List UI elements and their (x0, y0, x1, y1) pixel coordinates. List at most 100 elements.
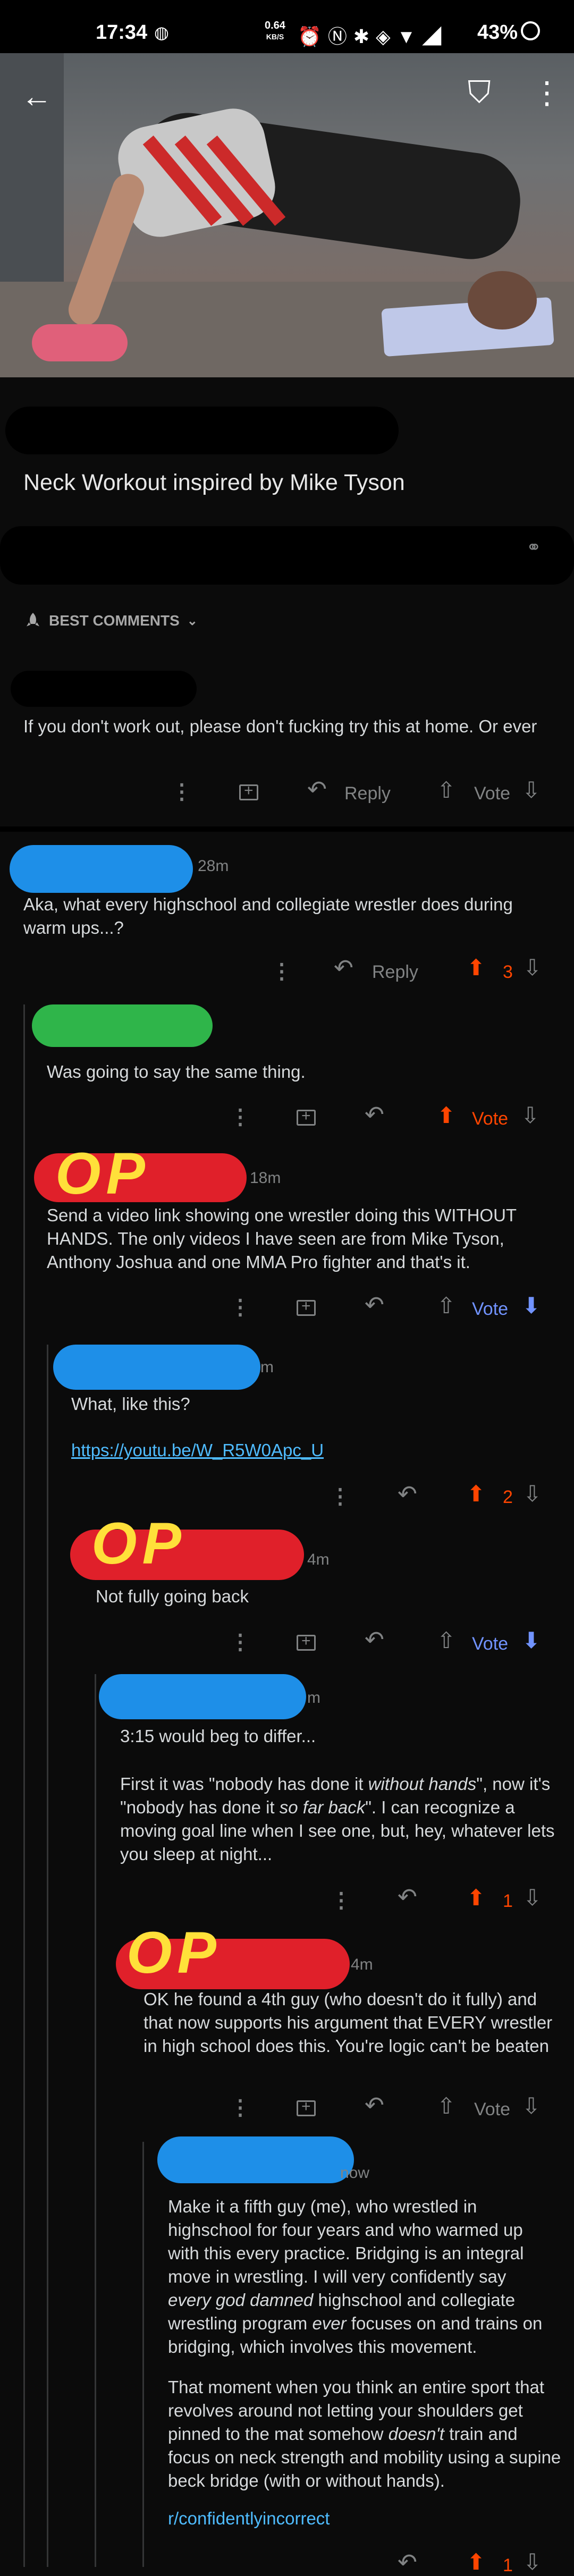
reply-button[interactable]: Reply (344, 783, 391, 804)
more-options-icon[interactable]: ⋮ (331, 1890, 352, 1911)
comment-time: now (340, 2164, 370, 2182)
reply-icon[interactable]: ↶ (365, 1628, 384, 1652)
award-icon[interactable] (297, 2098, 316, 2116)
bookmark-icon[interactable]: ⛉ (468, 74, 491, 111)
reply-icon[interactable]: ↶ (365, 1103, 384, 1127)
reply-icon[interactable]: ↶ (365, 1294, 384, 1317)
comment-time: 4m (307, 1551, 330, 1568)
downvote-icon[interactable]: ⇩ (523, 1483, 542, 1505)
upvote-icon[interactable]: ⬆ (467, 1887, 485, 1909)
upvote-icon[interactable]: ⇧ (437, 1629, 455, 1652)
vote-label: Vote (472, 1634, 509, 1654)
thread-line (95, 1674, 96, 2567)
divider (0, 826, 574, 832)
redacted-author (53, 1345, 260, 1390)
post-title: Neck Workout inspired by Mike Tyson (23, 470, 405, 495)
downvote-icon[interactable]: ⬇ (522, 1629, 541, 1652)
reply-icon[interactable]: ↶ (365, 2094, 384, 2117)
upvote-icon[interactable]: ⇧ (437, 1295, 455, 1317)
upvote-icon[interactable]: ⬆ (437, 1104, 455, 1127)
sort-label: BEST COMMENTS (49, 612, 180, 629)
comment-time: 28m (198, 857, 229, 875)
subreddit-link[interactable]: r/confidentlyincorrect (168, 2509, 330, 2529)
downvote-icon[interactable]: ⬇ (522, 1295, 541, 1317)
rocket-icon (27, 613, 39, 627)
downvote-icon[interactable]: ⇩ (523, 1887, 542, 1909)
reply-button[interactable]: Reply (372, 962, 418, 983)
comment-time: 4m (351, 1956, 373, 1973)
more-options-icon[interactable]: ⋮ (330, 1486, 351, 1507)
comment-7-text-2: First it was "nobody has done it without… (120, 1774, 555, 1864)
thread-line (47, 1345, 48, 2567)
more-options-icon[interactable]: ⋮ (531, 74, 562, 111)
status-icons: ⏰Ⓝ✱◈▼◢ (298, 26, 448, 47)
score: 1 (503, 1891, 513, 1911)
vote-label: Vote (474, 783, 511, 804)
thread-line (142, 2142, 144, 2567)
redacted-post-actions (0, 526, 574, 585)
redacted-author (157, 2136, 354, 2183)
network-speed: 0.64 KB/S (265, 20, 285, 41)
redacted-author (11, 671, 197, 707)
upvote-icon[interactable]: ⬆ (467, 2551, 485, 2573)
upvote-icon[interactable]: ⬆ (467, 957, 485, 979)
more-options-icon[interactable]: ⋮ (230, 1297, 251, 1318)
downvote-icon[interactable]: ⇩ (523, 2551, 542, 2573)
sort-comments-button[interactable]: BEST COMMENTS ⌄ (23, 611, 198, 630)
status-bar: 17:34 ◍ 0.64 KB/S ⏰Ⓝ✱◈▼◢ 43% (0, 0, 574, 53)
reply-icon[interactable]: ↶ (398, 2551, 417, 2574)
battery-percent: 43% (477, 21, 518, 44)
back-arrow-icon[interactable]: ← (21, 79, 52, 114)
vote-label: Vote (472, 1109, 509, 1129)
more-options-icon[interactable]: ⋮ (171, 781, 192, 803)
more-options-icon[interactable]: ⋮ (271, 961, 292, 982)
comment-5-text: What, like this? (71, 1394, 190, 1414)
redacted-author (32, 1004, 213, 1047)
reply-icon[interactable]: ↶ (398, 1886, 417, 1909)
downvote-icon[interactable]: ⇩ (522, 779, 541, 801)
comment-time: m (260, 1358, 274, 1376)
award-icon[interactable] (297, 1107, 316, 1126)
share-icon[interactable]: ⚭ (526, 537, 542, 558)
award-icon[interactable] (239, 782, 258, 800)
comment-time: 18m (250, 1169, 281, 1187)
comment-2-text: Aka, what every highschool and collegiat… (23, 894, 513, 938)
comment-4-text: Send a video link showing one wrestler d… (47, 1205, 517, 1272)
score: 3 (503, 962, 513, 982)
reply-icon[interactable]: ↶ (334, 957, 353, 980)
upvote-icon[interactable]: ⬆ (467, 1483, 485, 1505)
youtube-link[interactable]: https://youtu.be/W_R5W0Apc_U (71, 1440, 324, 1460)
more-options-icon[interactable]: ⋮ (230, 1107, 251, 1128)
status-time: 17:34 (96, 21, 148, 44)
redacted-subreddit (5, 407, 399, 454)
battery-icon (521, 21, 540, 40)
reply-icon[interactable]: ↶ (398, 1483, 417, 1506)
comment-7-text-1: 3:15 would beg to differ... (120, 1726, 316, 1746)
score: 2 (503, 1487, 513, 1507)
downvote-icon[interactable]: ⇩ (523, 957, 542, 979)
post-video[interactable]: ← ⛉ ⋮ (0, 53, 574, 377)
award-icon[interactable] (297, 1297, 316, 1316)
upvote-icon[interactable]: ⇧ (437, 2095, 455, 2117)
comment-1-text: If you don't work out, please don't fuck… (23, 716, 537, 736)
comment-9-text-2: That moment when you think an entire spo… (168, 2377, 561, 2490)
redacted-author (99, 1674, 306, 1719)
comment-9-text-1: Make it a fifth guy (me), who wrestled i… (168, 2197, 543, 2357)
comment-8-text: OK he found a 4th guy (who doesn't do it… (144, 1989, 553, 2056)
downvote-icon[interactable]: ⇩ (522, 2095, 541, 2117)
thread-line (23, 1004, 25, 2567)
score: 1 (503, 2555, 513, 2575)
award-icon[interactable] (297, 1632, 316, 1651)
more-options-icon[interactable]: ⋮ (230, 1632, 251, 1653)
more-options-icon[interactable]: ⋮ (230, 2097, 251, 2118)
chevron-down-icon: ⌄ (187, 613, 198, 628)
comment-time: m (307, 1689, 320, 1707)
vote-label: Vote (474, 2099, 511, 2119)
comment-3-text: Was going to say the same thing. (47, 1062, 306, 1082)
redacted-author (10, 845, 193, 893)
upvote-icon[interactable]: ⇧ (437, 779, 455, 801)
reply-icon[interactable]: ↶ (307, 778, 327, 801)
notification-icon: ◍ (154, 23, 169, 42)
comment-6-text: Not fully going back (96, 1586, 249, 1606)
downvote-icon[interactable]: ⇩ (521, 1104, 539, 1127)
